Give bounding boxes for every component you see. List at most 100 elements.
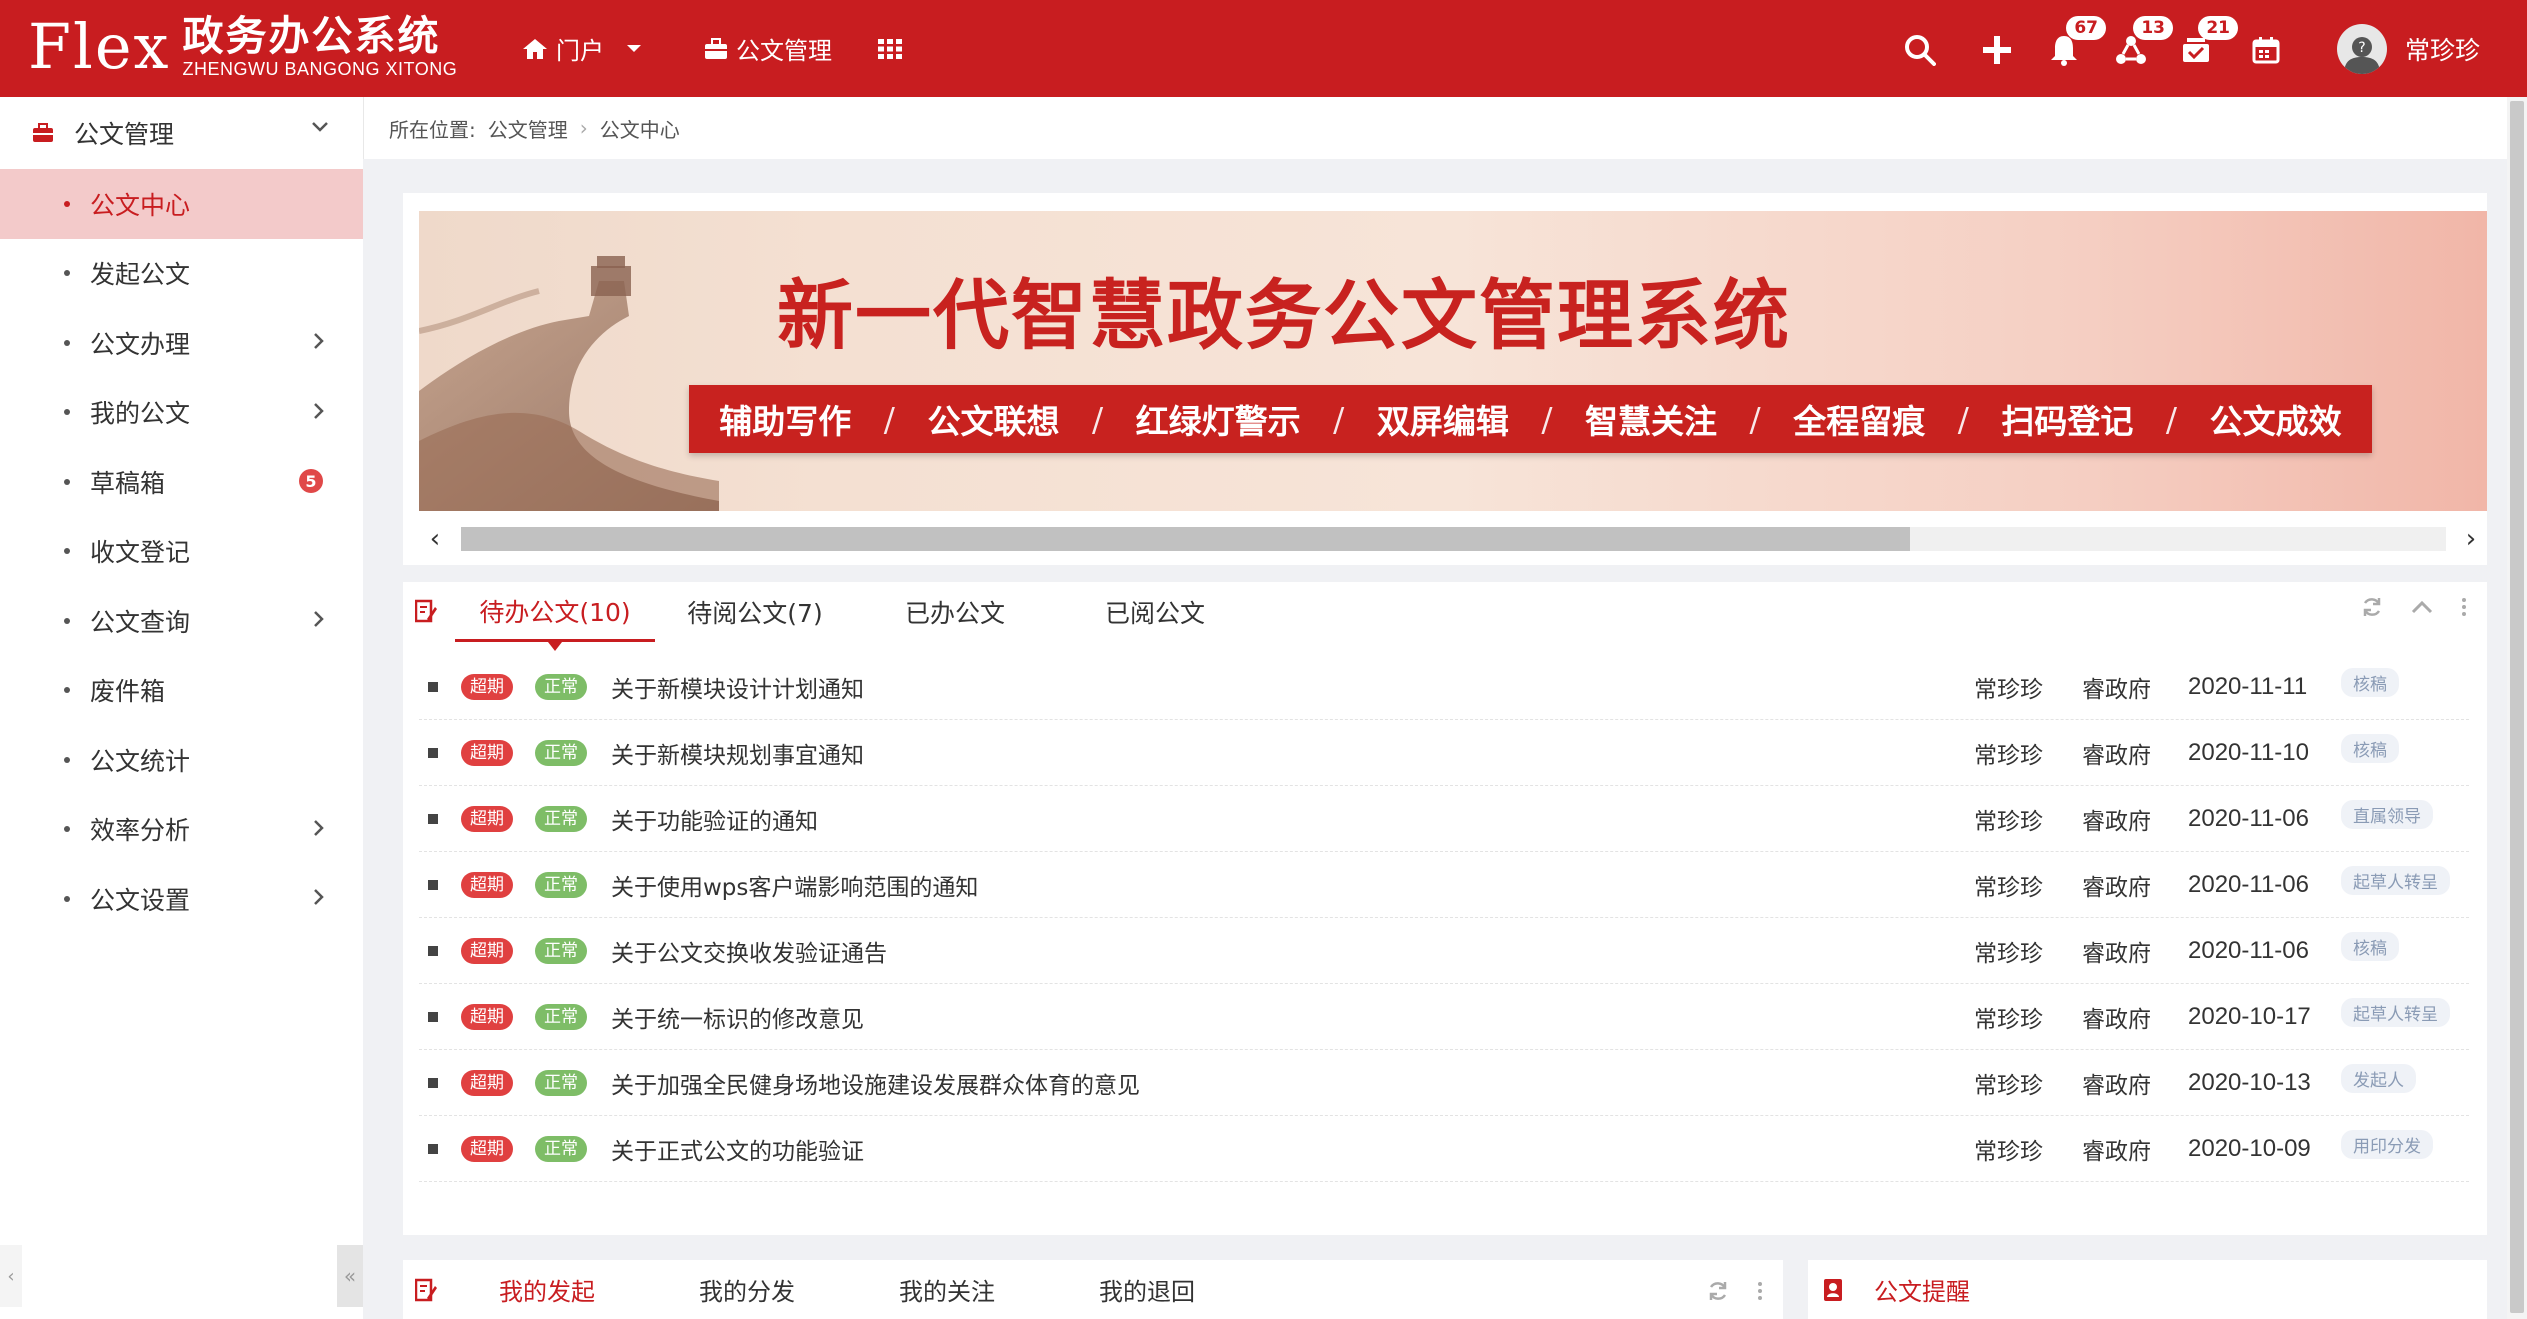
sidebar-scroll-left[interactable]: ‹: [0, 1245, 22, 1307]
refresh-button[interactable]: [2361, 596, 2383, 618]
scroll-right-arrow[interactable]: ›: [2455, 523, 2487, 555]
nav-portal[interactable]: 门户: [522, 0, 650, 97]
sidebar-item-trash[interactable]: 废件箱: [0, 656, 363, 726]
doc-dept: 睿政府: [2082, 874, 2151, 901]
tab-todo-docs[interactable]: 待办公文(10): [455, 582, 655, 651]
sidebar-item-my-docs[interactable]: 我的公文: [0, 378, 363, 448]
doc-date: 2020-11-10: [2188, 738, 2309, 766]
sidebar-collapse-button[interactable]: «: [337, 1245, 363, 1307]
nav-doc-management-label: 公文管理: [736, 37, 832, 65]
doc-person: 常珍珍: [1974, 676, 2043, 703]
doc-title[interactable]: 关于新模块规划事宜通知: [611, 736, 864, 770]
tab-read-docs[interactable]: 已阅公文: [1055, 582, 1255, 642]
sidebar-item-doc-handling[interactable]: 公文办理: [0, 308, 363, 378]
notifications-button[interactable]: 67: [2044, 16, 2106, 70]
page-scrollbar-thumb[interactable]: [2510, 101, 2524, 1313]
sidebar-item-doc-settings[interactable]: 公文设置: [0, 864, 363, 934]
todo-row[interactable]: 超期 正常 关于新模块设计计划通知 常珍珍 睿政府 2020-11-11 核稿: [419, 654, 2469, 720]
doc-step-badge: 直属领导: [2341, 800, 2433, 829]
sidebar-item-receive-register[interactable]: 收文登记: [0, 517, 363, 587]
search-button[interactable]: [1900, 30, 1940, 70]
feature-label: 扫码登记: [2001, 402, 2134, 441]
user-menu[interactable]: ? 常珍珍: [2337, 24, 2480, 74]
todo-row[interactable]: 超期 正常 关于正式公文的功能验证 常珍珍 睿政府 2020-10-09 用印分…: [419, 1116, 2469, 1182]
doc-step-badge: 核稿: [2341, 668, 2399, 697]
breadcrumb-level1[interactable]: 公文管理: [488, 114, 568, 143]
todo-row[interactable]: 超期 正常 关于使用wps客户端影响范围的通知 常珍珍 睿政府 2020-11-…: [419, 852, 2469, 918]
doc-title[interactable]: 关于新模块设计计划通知: [611, 670, 864, 704]
workflow-button[interactable]: 13: [2111, 16, 2173, 70]
chevron-down-icon: [312, 122, 328, 132]
sidebar-item-drafts[interactable]: 草稿箱 5: [0, 447, 363, 517]
sidebar-item-start-doc[interactable]: 发起公文: [0, 239, 363, 309]
doc-dept: 睿政府: [2082, 1006, 2151, 1033]
tab-my-started[interactable]: 我的发起: [499, 1260, 699, 1319]
overdue-tag: 超期: [461, 739, 513, 766]
contact-card-icon: [1824, 1279, 1842, 1301]
feature-label: 辅助写作: [719, 402, 852, 441]
notify-badge: 67: [2066, 16, 2106, 40]
tasks-button[interactable]: 21: [2176, 16, 2238, 70]
collapse-panel-button[interactable]: [2411, 600, 2433, 614]
bullet-dot: [64, 548, 70, 555]
doc-title[interactable]: 关于公文交换收发验证通告: [611, 934, 887, 968]
doc-person: 常珍珍: [1974, 1138, 2043, 1165]
doc-title[interactable]: 关于加强全民健身场地设施建设发展群众体育的意见: [611, 1066, 1140, 1100]
more-options-button[interactable]: [2461, 597, 2467, 617]
doc-reminder-title[interactable]: 公文提醒: [1874, 1260, 2074, 1319]
scrollbar-thumb[interactable]: [461, 527, 1911, 551]
promo-banner[interactable]: 新一代智慧政务公文管理系统 辅助写作 / 公文联想 / 红绿灯警示 / 双屏编辑 / 智…: [419, 211, 2487, 511]
doc-step-badge: 用印分发: [2341, 1130, 2433, 1159]
doc-step-badge: 发起人: [2341, 1064, 2416, 1093]
app-logo[interactable]: Flex 政务办公系统 ZHENGWU BANGONG XITONG: [28, 14, 457, 80]
banner-scrollbar[interactable]: ‹ ›: [419, 523, 2487, 555]
tab-my-distributed[interactable]: 我的分发: [699, 1260, 899, 1319]
chevron-up-icon: [2411, 600, 2433, 614]
doc-title[interactable]: 关于功能验证的通知: [611, 802, 818, 836]
row-bullet: [428, 945, 438, 956]
sidebar-group-label: 公文管理: [74, 120, 175, 149]
tab-toread-docs[interactable]: 待阅公文(7): [655, 582, 855, 642]
more-options-button[interactable]: [1757, 1281, 1763, 1301]
row-bullet: [428, 1143, 438, 1154]
page-scrollbar[interactable]: [2507, 97, 2527, 1319]
feature-separator: /: [883, 399, 895, 439]
todo-row[interactable]: 超期 正常 关于新模块规划事宜通知 常珍珍 睿政府 2020-11-10 核稿: [419, 720, 2469, 786]
tab-my-returned[interactable]: 我的退回: [1099, 1260, 1299, 1319]
sidebar-item-doc-stats[interactable]: 公文统计: [0, 725, 363, 795]
doc-dept: 睿政府: [2082, 742, 2151, 769]
sidebar-item-label: 我的公文: [90, 399, 191, 429]
refresh-button[interactable]: [1707, 1280, 1729, 1302]
scroll-left-arrow[interactable]: ‹: [419, 523, 451, 555]
sidebar-item-label: 发起公文: [90, 260, 191, 290]
logo-title: 政务办公系统: [182, 12, 441, 60]
tab-my-followed[interactable]: 我的关注: [899, 1260, 1099, 1319]
todo-row[interactable]: 超期 正常 关于统一标识的修改意见 常珍珍 睿政府 2020-10-17 起草人…: [419, 984, 2469, 1050]
todo-row[interactable]: 超期 正常 关于加强全民健身场地设施建设发展群众体育的意见 常珍珍 睿政府 20…: [419, 1050, 2469, 1116]
sidebar-item-efficiency[interactable]: 效率分析: [0, 795, 363, 865]
row-bullet: [428, 1077, 438, 1088]
calendar-button[interactable]: [2246, 30, 2286, 70]
feature-separator: /: [1091, 399, 1104, 439]
add-button[interactable]: [1977, 30, 2017, 70]
doc-title[interactable]: 关于正式公文的功能验证: [611, 1132, 864, 1166]
scrollbar-track[interactable]: [461, 527, 2446, 551]
apps-grid-button[interactable]: [878, 0, 910, 97]
overdue-tag: 超期: [461, 1135, 513, 1162]
status-tag: 正常: [535, 1135, 587, 1162]
sidebar-item-doc-query[interactable]: 公文查询: [0, 586, 363, 656]
todo-row[interactable]: 超期 正常 关于功能验证的通知 常珍珍 睿政府 2020-11-06 直属领导: [419, 786, 2469, 852]
sidebar-item-doc-center[interactable]: 公文中心: [0, 169, 363, 239]
sidebar-item-label: 效率分析: [90, 816, 191, 846]
sidebar-group-doc-management[interactable]: 公文管理: [0, 97, 363, 169]
tab-done-docs[interactable]: 已办公文: [855, 582, 1055, 642]
more-vertical-icon: [1758, 1282, 1762, 1300]
bullet-dot: [64, 895, 70, 902]
doc-title[interactable]: 关于统一标识的修改意见: [611, 1000, 864, 1034]
plus-icon: [1983, 36, 2011, 64]
nav-doc-management[interactable]: 公文管理: [704, 0, 832, 97]
todo-docs-panel: 待办公文(10) 待阅公文(7) 已办公文 已阅公文 超期 正常 关于新模块设计…: [403, 582, 2487, 1235]
todo-row[interactable]: 超期 正常 关于公文交换收发验证通告 常珍珍 睿政府 2020-11-06 核稿: [419, 918, 2469, 984]
doc-title[interactable]: 关于使用wps客户端影响范围的通知: [611, 868, 978, 902]
feature-label: 全程留痕: [1793, 402, 1926, 441]
